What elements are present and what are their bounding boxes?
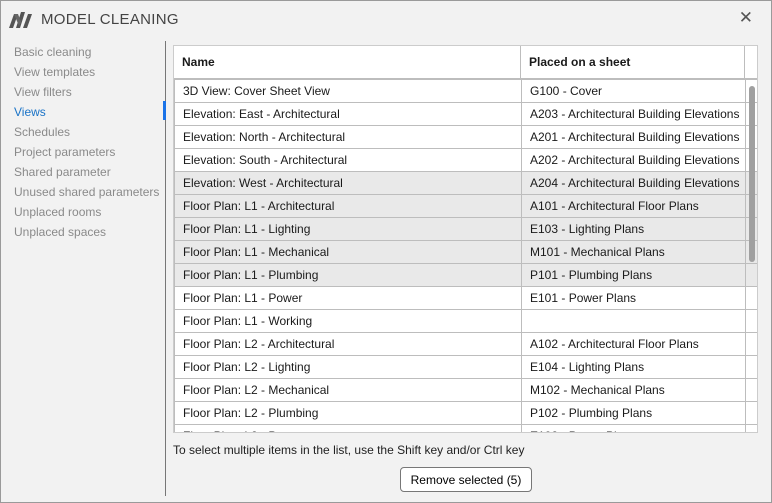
window-title: MODEL CLEANING <box>41 10 179 28</box>
cell-name: Floor Plan: L1 - Plumbing <box>175 264 522 286</box>
sidebar-item-view-filters[interactable]: View filters <box>14 82 159 102</box>
cell-sheet: G100 - Cover <box>522 80 746 102</box>
cell-name: Elevation: East - Architectural <box>175 103 522 125</box>
active-indicator <box>163 101 166 120</box>
cell-name: Elevation: South - Architectural <box>175 149 522 171</box>
cell-sheet: E101 - Power Plans <box>522 287 746 309</box>
sidebar-item-view-templates[interactable]: View templates <box>14 62 159 82</box>
sidebar: Basic cleaning View templates View filters… <box>14 42 159 242</box>
selection-hint: To select multiple items in the list, us… <box>173 443 525 457</box>
remove-selected-button[interactable]: Remove selected (5) <box>400 467 532 492</box>
cell-sheet: A101 - Architectural Floor Plans <box>522 195 746 217</box>
cell-sheet: A202 - Architectural Building Elevations <box>522 149 746 171</box>
table-row[interactable]: Elevation: North - Architectural A201 - A… <box>174 126 757 149</box>
cell-name: 3D View: Cover Sheet View <box>175 80 522 102</box>
cell-name: Elevation: North - Architectural <box>175 126 522 148</box>
table-row[interactable]: Floor Plan: L2 - Architectural A102 - Arc… <box>174 333 757 356</box>
sidebar-item-unplaced-spaces[interactable]: Unplaced spaces <box>14 222 159 242</box>
table-row[interactable]: Floor Plan: L2 - Plumbing P102 - Plumbing… <box>174 402 757 425</box>
cell-name: Floor Plan: L2 - Power <box>175 425 522 432</box>
cell-name: Floor Plan: L1 - Mechanical <box>175 241 522 263</box>
cell-sheet: P101 - Plumbing Plans <box>522 264 746 286</box>
cell-name: Floor Plan: L2 - Lighting <box>175 356 522 378</box>
cell-name: Floor Plan: L1 - Lighting <box>175 218 522 240</box>
scrollbar-thumb[interactable] <box>749 86 755 262</box>
title-bar: MODEL CLEANING <box>9 9 179 29</box>
table-row[interactable]: Floor Plan: L1 - Lighting E103 - Lighting… <box>174 218 757 241</box>
cell-name: Floor Plan: L2 - Plumbing <box>175 402 522 424</box>
model-cleaning-window: MODEL CLEANING ✕ Basic cleaning View temp… <box>0 0 772 503</box>
close-icon[interactable]: ✕ <box>739 8 753 28</box>
table-row[interactable]: Floor Plan: L1 - Working <box>174 310 757 333</box>
cell-sheet: E102 - Power Plans <box>522 425 746 432</box>
sidebar-item-basic-cleaning[interactable]: Basic cleaning <box>14 42 159 62</box>
table-row[interactable]: Floor Plan: L1 - Mechanical M101 - Mechan… <box>174 241 757 264</box>
table-row[interactable]: Floor Plan: L1 - Plumbing P101 - Plumbing… <box>174 264 757 287</box>
cell-sheet: M102 - Mechanical Plans <box>522 379 746 401</box>
sidebar-item-unused-shared-parameters[interactable]: Unused shared parameters <box>14 182 159 202</box>
table-row[interactable]: 3D View: Cover Sheet View G100 - Cover <box>174 80 757 103</box>
cell-name: Floor Plan: L1 - Working <box>175 310 522 332</box>
cell-sheet: P102 - Plumbing Plans <box>522 402 746 424</box>
cell-name: Floor Plan: L1 - Architectural <box>175 195 522 217</box>
cell-name: Elevation: West - Architectural <box>175 172 522 194</box>
sidebar-item-schedules[interactable]: Schedules <box>14 122 159 142</box>
cell-sheet: E103 - Lighting Plans <box>522 218 746 240</box>
cell-name: Floor Plan: L2 - Mechanical <box>175 379 522 401</box>
cell-sheet: A203 - Architectural Building Elevations <box>522 103 746 125</box>
table-row[interactable]: Floor Plan: L1 - Architectural A101 - Arc… <box>174 195 757 218</box>
table-row[interactable]: Elevation: West - Architectural A204 - Ar… <box>174 172 757 195</box>
table-row[interactable]: Floor Plan: L2 - PowerE102 - Power Plans <box>174 425 757 432</box>
sidebar-item-project-parameters[interactable]: Project parameters <box>14 142 159 162</box>
table-header: Name Placed on a sheet <box>174 46 757 80</box>
cell-sheet: A204 - Architectural Building Elevations <box>522 172 746 194</box>
table-row[interactable]: Floor Plan: L2 - Lighting E104 - Lighting… <box>174 356 757 379</box>
table-row[interactable]: Elevation: East - Architectural A203 - Ar… <box>174 103 757 126</box>
column-header-name[interactable]: Name <box>174 46 521 78</box>
cell-sheet: M101 - Mechanical Plans <box>522 241 746 263</box>
table-row[interactable]: Floor Plan: L1 - Power E101 - Power Plans <box>174 287 757 310</box>
column-header-sheet[interactable]: Placed on a sheet <box>521 46 745 78</box>
table-body: 3D View: Cover Sheet View G100 - Cover Ele… <box>174 80 757 432</box>
cell-sheet: A201 - Architectural Building Elevations <box>522 126 746 148</box>
cell-name: Floor Plan: L1 - Power <box>175 287 522 309</box>
cell-name: Floor Plan: L2 - Architectural <box>175 333 522 355</box>
cell-sheet: E104 - Lighting Plans <box>522 356 746 378</box>
sidebar-item-unplaced-rooms[interactable]: Unplaced rooms <box>14 202 159 222</box>
logo-icon <box>9 12 32 28</box>
table-row[interactable]: Floor Plan: L2 - Mechanical M102 - Mechan… <box>174 379 757 402</box>
cell-sheet: A102 - Architectural Floor Plans <box>522 333 746 355</box>
table-row[interactable]: Elevation: South - Architectural A202 - A… <box>174 149 757 172</box>
views-table: Name Placed on a sheet 3D View: Cover Sh… <box>173 45 758 433</box>
cell-sheet <box>522 310 746 332</box>
sidebar-item-views[interactable]: Views <box>14 102 159 122</box>
sidebar-item-shared-parameter[interactable]: Shared parameter <box>14 162 159 182</box>
